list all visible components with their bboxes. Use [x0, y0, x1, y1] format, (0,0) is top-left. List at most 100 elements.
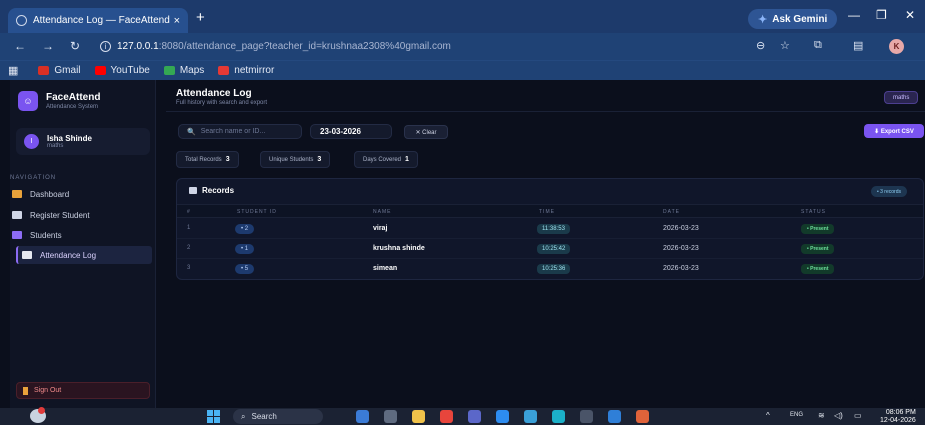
student-id-badge: • 5: [235, 264, 255, 274]
page-title: Attendance Log: [176, 88, 252, 99]
battery-icon[interactable]: ▭: [854, 411, 862, 420]
bookmark-star-icon[interactable]: ☆: [780, 39, 790, 52]
log-icon: [22, 251, 32, 259]
sidebar-item-attendance-log[interactable]: Attendance Log: [16, 246, 152, 264]
teams-icon[interactable]: [468, 410, 481, 423]
sign-out-button[interactable]: Sign Out: [16, 382, 150, 399]
youtube-icon: [94, 66, 106, 75]
edge-icon[interactable]: [552, 410, 565, 423]
vscode-icon[interactable]: [608, 410, 621, 423]
url-field[interactable]: i 127.0.0.1 :8080/attendance_page?teache…: [100, 37, 760, 56]
browser-tab[interactable]: Attendance Log — FaceAttend ×: [8, 8, 188, 33]
chrome-icon[interactable]: [440, 410, 453, 423]
bookmark-netmirror[interactable]: netmirror: [218, 65, 274, 76]
export-csv-button[interactable]: ⬇ Export CSV: [864, 124, 924, 138]
language-indicator[interactable]: ENG: [790, 412, 803, 418]
url-host: 127.0.0.1: [117, 41, 159, 52]
table-row[interactable]: 1 • 2 viraj 11:38:53 2026-03-23 • Presen…: [177, 219, 923, 239]
records-count-badge: • 3 records: [871, 186, 907, 197]
globe-icon: [16, 15, 27, 26]
terminal-icon[interactable]: [580, 410, 593, 423]
back-icon[interactable]: ←: [14, 39, 26, 53]
browser-app-icon[interactable]: [636, 410, 649, 423]
col-name: NAME: [373, 209, 392, 215]
tab-close-button[interactable]: ×: [174, 15, 180, 27]
bookmark-youtube[interactable]: YouTube: [94, 65, 150, 76]
restore-icon[interactable]: ❐: [876, 8, 887, 22]
netmirror-icon: [218, 66, 230, 75]
brand: ☺ FaceAttend Attendance System: [10, 86, 156, 116]
student-name: viraj: [373, 225, 388, 232]
taskbar-clock[interactable]: 08:06 PM 12-04-2026: [880, 409, 916, 425]
window-close-icon[interactable]: ✕: [905, 8, 915, 22]
sidebar-item-students[interactable]: Students: [10, 226, 152, 244]
user-card: I Isha Shinde maths: [16, 128, 150, 155]
page-header: Attendance Log Full history with search …: [166, 80, 925, 112]
search-input[interactable]: [200, 128, 301, 135]
task-view-icon[interactable]: [384, 410, 397, 423]
status-badge: • Present: [801, 244, 835, 254]
minimize-icon[interactable]: —: [848, 8, 860, 22]
taskbar-search[interactable]: ⌕ Search: [233, 409, 323, 424]
bookmarks-bar: ▦ Gmail YouTube Maps netmirror: [0, 60, 925, 80]
gemini-icon: ✦: [758, 13, 768, 26]
search-icon: ⌕: [241, 411, 246, 421]
status-badge: • Present: [801, 224, 835, 234]
student-id-badge: • 1: [235, 244, 255, 254]
student-name: simean: [373, 265, 398, 272]
bookmark-maps[interactable]: Maps: [163, 65, 204, 76]
apps-grid-icon[interactable]: ▦: [8, 64, 18, 77]
table-row[interactable]: 3 • 5 simean 10:25:36 2026-03-23 • Prese…: [177, 259, 923, 279]
bookmark-gmail[interactable]: Gmail: [38, 65, 81, 76]
register-icon: [12, 211, 22, 219]
ask-gemini-button[interactable]: ✦ Ask Gemini: [748, 9, 838, 29]
volume-icon[interactable]: ◁): [834, 411, 843, 420]
student-id-badge: • 2: [235, 224, 255, 234]
sidebar-item-register-student[interactable]: Register Student: [10, 206, 152, 224]
col-student-id: STUDENT ID: [237, 209, 277, 215]
nav-heading: NAVIGATION: [10, 175, 57, 181]
date-cell: 2026-03-23: [663, 225, 699, 232]
student-name: krushna shinde: [373, 245, 425, 252]
windows-start-icon[interactable]: [207, 410, 220, 423]
date-cell: 2026-03-23: [663, 245, 699, 252]
wifi-icon[interactable]: ≋: [818, 411, 825, 420]
address-bar-row: ← → ↻ i 127.0.0.1 :8080/attendance_page?…: [0, 33, 925, 60]
date-filter-input[interactable]: 23-03-2026: [310, 124, 392, 139]
forward-icon[interactable]: →: [42, 39, 54, 53]
col-date: DATE: [663, 209, 680, 215]
gmail-icon: [38, 66, 50, 75]
subject-badge: maths: [884, 91, 919, 104]
zoom-icon[interactable]: ⊖: [756, 39, 765, 52]
stat-days-covered: Days Covered 1: [354, 151, 418, 168]
students-icon: [12, 231, 22, 239]
store-icon[interactable]: [524, 410, 537, 423]
time-badge: 11:38:53: [537, 224, 570, 234]
search-box[interactable]: 🔍: [178, 124, 302, 139]
search-icon: 🔍: [187, 128, 196, 136]
tray-chevron-icon[interactable]: ^: [766, 411, 770, 420]
new-tab-button[interactable]: +: [196, 9, 205, 26]
ask-gemini-label: Ask Gemini: [772, 13, 828, 25]
os-taskbar: ⌕ Search ^ ENG ≋ ◁) ▭ 08:06 PM 12-04-202…: [0, 407, 925, 425]
page-subtitle: Full history with search and export: [176, 100, 268, 106]
clear-button[interactable]: ✕ Clear: [404, 125, 448, 139]
app-icon[interactable]: [496, 410, 509, 423]
weather-icon[interactable]: [30, 407, 46, 423]
maps-icon: [163, 66, 175, 75]
sidebar-item-dashboard[interactable]: Dashboard: [10, 185, 152, 203]
main-content: Attendance Log Full history with search …: [166, 80, 925, 408]
sidepanel-icon[interactable]: ▤: [853, 39, 863, 52]
col-index: #: [187, 209, 191, 215]
profile-avatar[interactable]: K: [889, 39, 904, 54]
extensions-icon[interactable]: ⧉: [814, 39, 822, 52]
brand-subtitle: Attendance System: [46, 104, 99, 110]
table-row[interactable]: 2 • 1 krushna shinde 10:25:42 2026-03-23…: [177, 239, 923, 259]
reload-icon[interactable]: ↻: [70, 39, 80, 53]
copilot-icon[interactable]: [356, 410, 369, 423]
stat-unique-students: Unique Students 3: [260, 151, 331, 168]
site-info-icon[interactable]: i: [100, 41, 111, 52]
sign-out-icon: [23, 386, 28, 395]
file-explorer-icon[interactable]: [412, 410, 425, 423]
records-title: Records: [189, 186, 234, 195]
